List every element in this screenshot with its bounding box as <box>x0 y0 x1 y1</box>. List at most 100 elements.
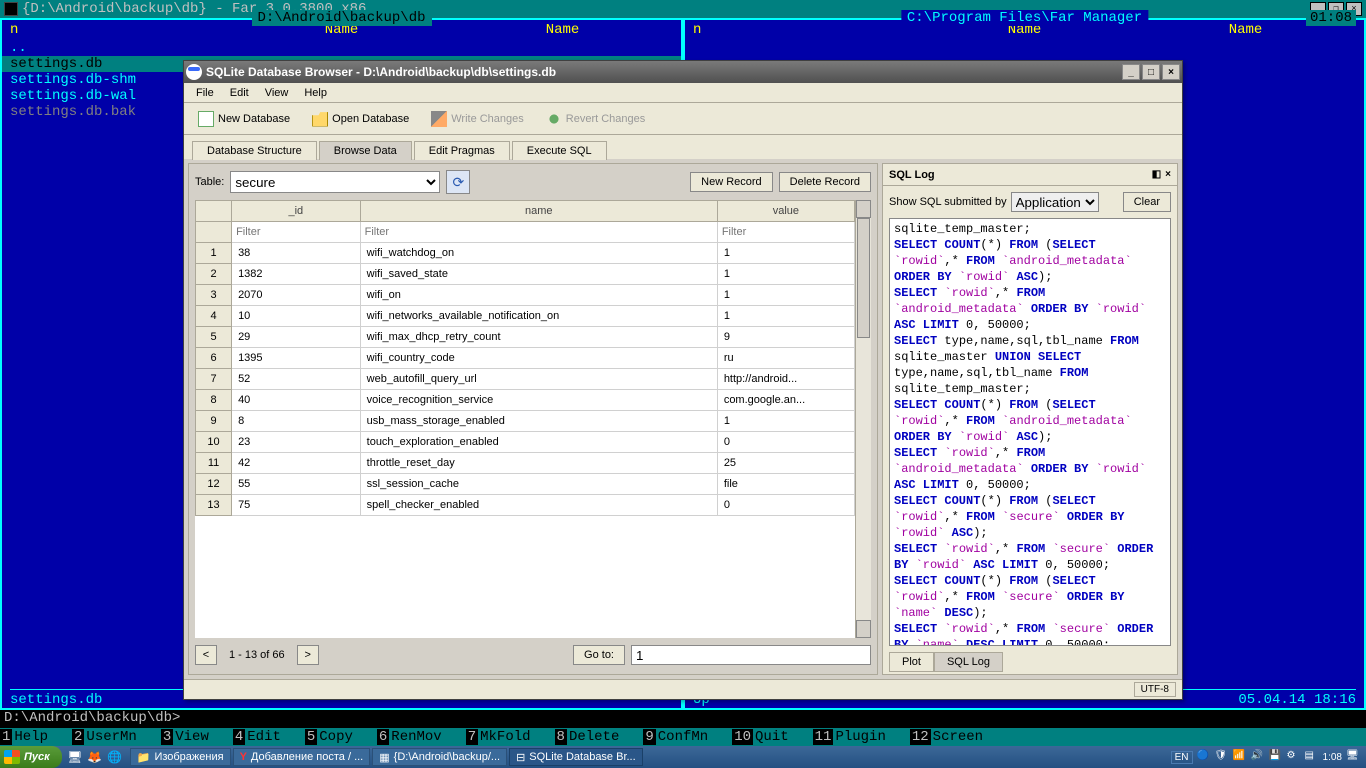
cell-name[interactable]: usb_mass_storage_enabled <box>360 411 717 432</box>
fkey-8[interactable]: 8Delete <box>555 728 644 746</box>
next-page-button[interactable]: > <box>297 645 319 665</box>
cell-id[interactable]: 2070 <box>232 285 361 306</box>
start-button[interactable]: Пуск <box>0 746 62 768</box>
cell-id[interactable]: 40 <box>232 390 361 411</box>
col-name[interactable]: name <box>360 201 717 222</box>
cell-value[interactable]: com.google.an... <box>717 390 854 411</box>
cell-value[interactable]: 1 <box>717 306 854 327</box>
sqlite-close-button[interactable]: × <box>1162 64 1180 80</box>
data-grid[interactable]: _id name value 138wifi_watchdog_on121382… <box>195 200 871 638</box>
clear-log-button[interactable]: Clear <box>1123 192 1171 212</box>
tray-icon-5[interactable]: 💾 <box>1269 750 1283 764</box>
cell-name[interactable]: web_autofill_query_url <box>360 369 717 390</box>
menu-file[interactable]: File <box>188 85 222 101</box>
cell-value[interactable]: 25 <box>717 453 854 474</box>
new-database-button[interactable]: New Database <box>192 109 296 129</box>
cell-name[interactable]: spell_checker_enabled <box>360 495 717 516</box>
table-row[interactable]: 21382wifi_saved_state1 <box>196 264 855 285</box>
fkey-9[interactable]: 9ConfMn <box>643 728 732 746</box>
sql-log-text[interactable]: sqlite_temp_master;SELECT COUNT(*) FROM … <box>889 218 1171 646</box>
cell-name[interactable]: voice_recognition_service <box>360 390 717 411</box>
menu-help[interactable]: Help <box>296 85 335 101</box>
cell-name[interactable]: wifi_country_code <box>360 348 717 369</box>
new-record-button[interactable]: New Record <box>690 172 773 192</box>
fkey-7[interactable]: 7MkFold <box>466 728 555 746</box>
cell-value[interactable]: 1 <box>717 243 854 264</box>
fkey-3[interactable]: 3View <box>161 728 233 746</box>
dock-float-icon[interactable]: ◧ <box>1152 169 1161 180</box>
cell-id[interactable]: 29 <box>232 327 361 348</box>
cell-id[interactable]: 55 <box>232 474 361 495</box>
goto-input[interactable] <box>631 645 871 665</box>
sqllog-tab[interactable]: SQL Log <box>934 652 1003 672</box>
fkey-4[interactable]: 4Edit <box>233 728 305 746</box>
table-row[interactable]: 752web_autofill_query_urlhttp://android.… <box>196 369 855 390</box>
cell-id[interactable]: 1395 <box>232 348 361 369</box>
cell-id[interactable]: 42 <box>232 453 361 474</box>
tray-icon-4[interactable]: 🔊 <box>1251 750 1265 764</box>
cell-name[interactable]: ssl_session_cache <box>360 474 717 495</box>
cell-value[interactable]: 0 <box>717 432 854 453</box>
submitted-by-select[interactable]: Application <box>1011 192 1099 212</box>
fkey-2[interactable]: 2UserMn <box>72 728 161 746</box>
tray-icon-2[interactable]: 🛡 <box>1215 750 1229 764</box>
tray-icon-6[interactable]: ⚙ <box>1287 750 1301 764</box>
cell-value[interactable]: 9 <box>717 327 854 348</box>
col-id[interactable]: _id <box>232 201 361 222</box>
prev-page-button[interactable]: < <box>195 645 217 665</box>
tab-browse[interactable]: Browse Data <box>319 141 412 160</box>
cell-name[interactable]: wifi_saved_state <box>360 264 717 285</box>
col-value[interactable]: value <box>717 201 854 222</box>
dock-close-icon[interactable]: × <box>1165 169 1171 180</box>
tab-execute[interactable]: Execute SQL <box>512 141 607 160</box>
cell-value[interactable]: ru <box>717 348 854 369</box>
cell-value[interactable]: 1 <box>717 264 854 285</box>
task-images[interactable]: 📁 Изображения <box>130 748 231 766</box>
cell-value[interactable]: 1 <box>717 411 854 432</box>
fkey-1[interactable]: 1Help <box>0 728 72 746</box>
table-select[interactable]: secure <box>230 171 440 193</box>
cell-id[interactable]: 38 <box>232 243 361 264</box>
far-cmdline[interactable]: D:\Android\backup\db> <box>0 710 1366 728</box>
filter-value[interactable] <box>720 224 852 240</box>
table-row[interactable]: 61395wifi_country_coderu <box>196 348 855 369</box>
cell-id[interactable]: 52 <box>232 369 361 390</box>
ql-firefox-icon[interactable]: 🦊 <box>86 748 104 766</box>
table-row[interactable]: 1375spell_checker_enabled0 <box>196 495 855 516</box>
task-far[interactable]: ▦ {D:\Android\backup/... <box>372 748 507 766</box>
cell-value[interactable]: file <box>717 474 854 495</box>
cell-id[interactable]: 75 <box>232 495 361 516</box>
cell-value[interactable]: http://android... <box>717 369 854 390</box>
goto-button[interactable]: Go to: <box>573 645 625 665</box>
menu-view[interactable]: View <box>257 85 297 101</box>
tray-icon-1[interactable]: 🔵 <box>1197 750 1211 764</box>
cell-name[interactable]: throttle_reset_day <box>360 453 717 474</box>
table-row[interactable]: 138wifi_watchdog_on1 <box>196 243 855 264</box>
cell-id[interactable]: 1382 <box>232 264 361 285</box>
delete-record-button[interactable]: Delete Record <box>779 172 871 192</box>
ql-chrome-icon[interactable]: 🌐 <box>106 748 124 766</box>
refresh-button[interactable]: ⟳ <box>446 170 470 194</box>
grid-scrollbar[interactable] <box>855 200 871 638</box>
cell-name[interactable]: wifi_watchdog_on <box>360 243 717 264</box>
menu-edit[interactable]: Edit <box>222 85 257 101</box>
tray-clock[interactable]: 1:08 <box>1323 752 1342 763</box>
cell-id[interactable]: 10 <box>232 306 361 327</box>
tab-pragmas[interactable]: Edit Pragmas <box>414 141 510 160</box>
tray-icon-3[interactable]: 📶 <box>1233 750 1247 764</box>
sqlite-titlebar[interactable]: SQLite Database Browser - D:\Android\bac… <box>184 61 1182 83</box>
fkey-11[interactable]: 11Plugin <box>813 728 910 746</box>
ql-desktop-icon[interactable]: 🖥 <box>66 748 84 766</box>
fkey-10[interactable]: 10Quit <box>732 728 812 746</box>
table-row[interactable]: 1023touch_exploration_enabled0 <box>196 432 855 453</box>
cell-name[interactable]: wifi_networks_available_notification_on <box>360 306 717 327</box>
tray-icon-7[interactable]: ▤ <box>1305 750 1319 764</box>
table-row[interactable]: 840voice_recognition_servicecom.google.a… <box>196 390 855 411</box>
fkey-12[interactable]: 12Screen <box>910 728 1007 746</box>
cell-id[interactable]: 23 <box>232 432 361 453</box>
sqlite-maximize-button[interactable]: □ <box>1142 64 1160 80</box>
table-row[interactable]: 529wifi_max_dhcp_retry_count9 <box>196 327 855 348</box>
plot-tab[interactable]: Plot <box>889 652 934 672</box>
filter-id[interactable] <box>234 224 358 240</box>
tray-lang[interactable]: EN <box>1171 751 1193 764</box>
